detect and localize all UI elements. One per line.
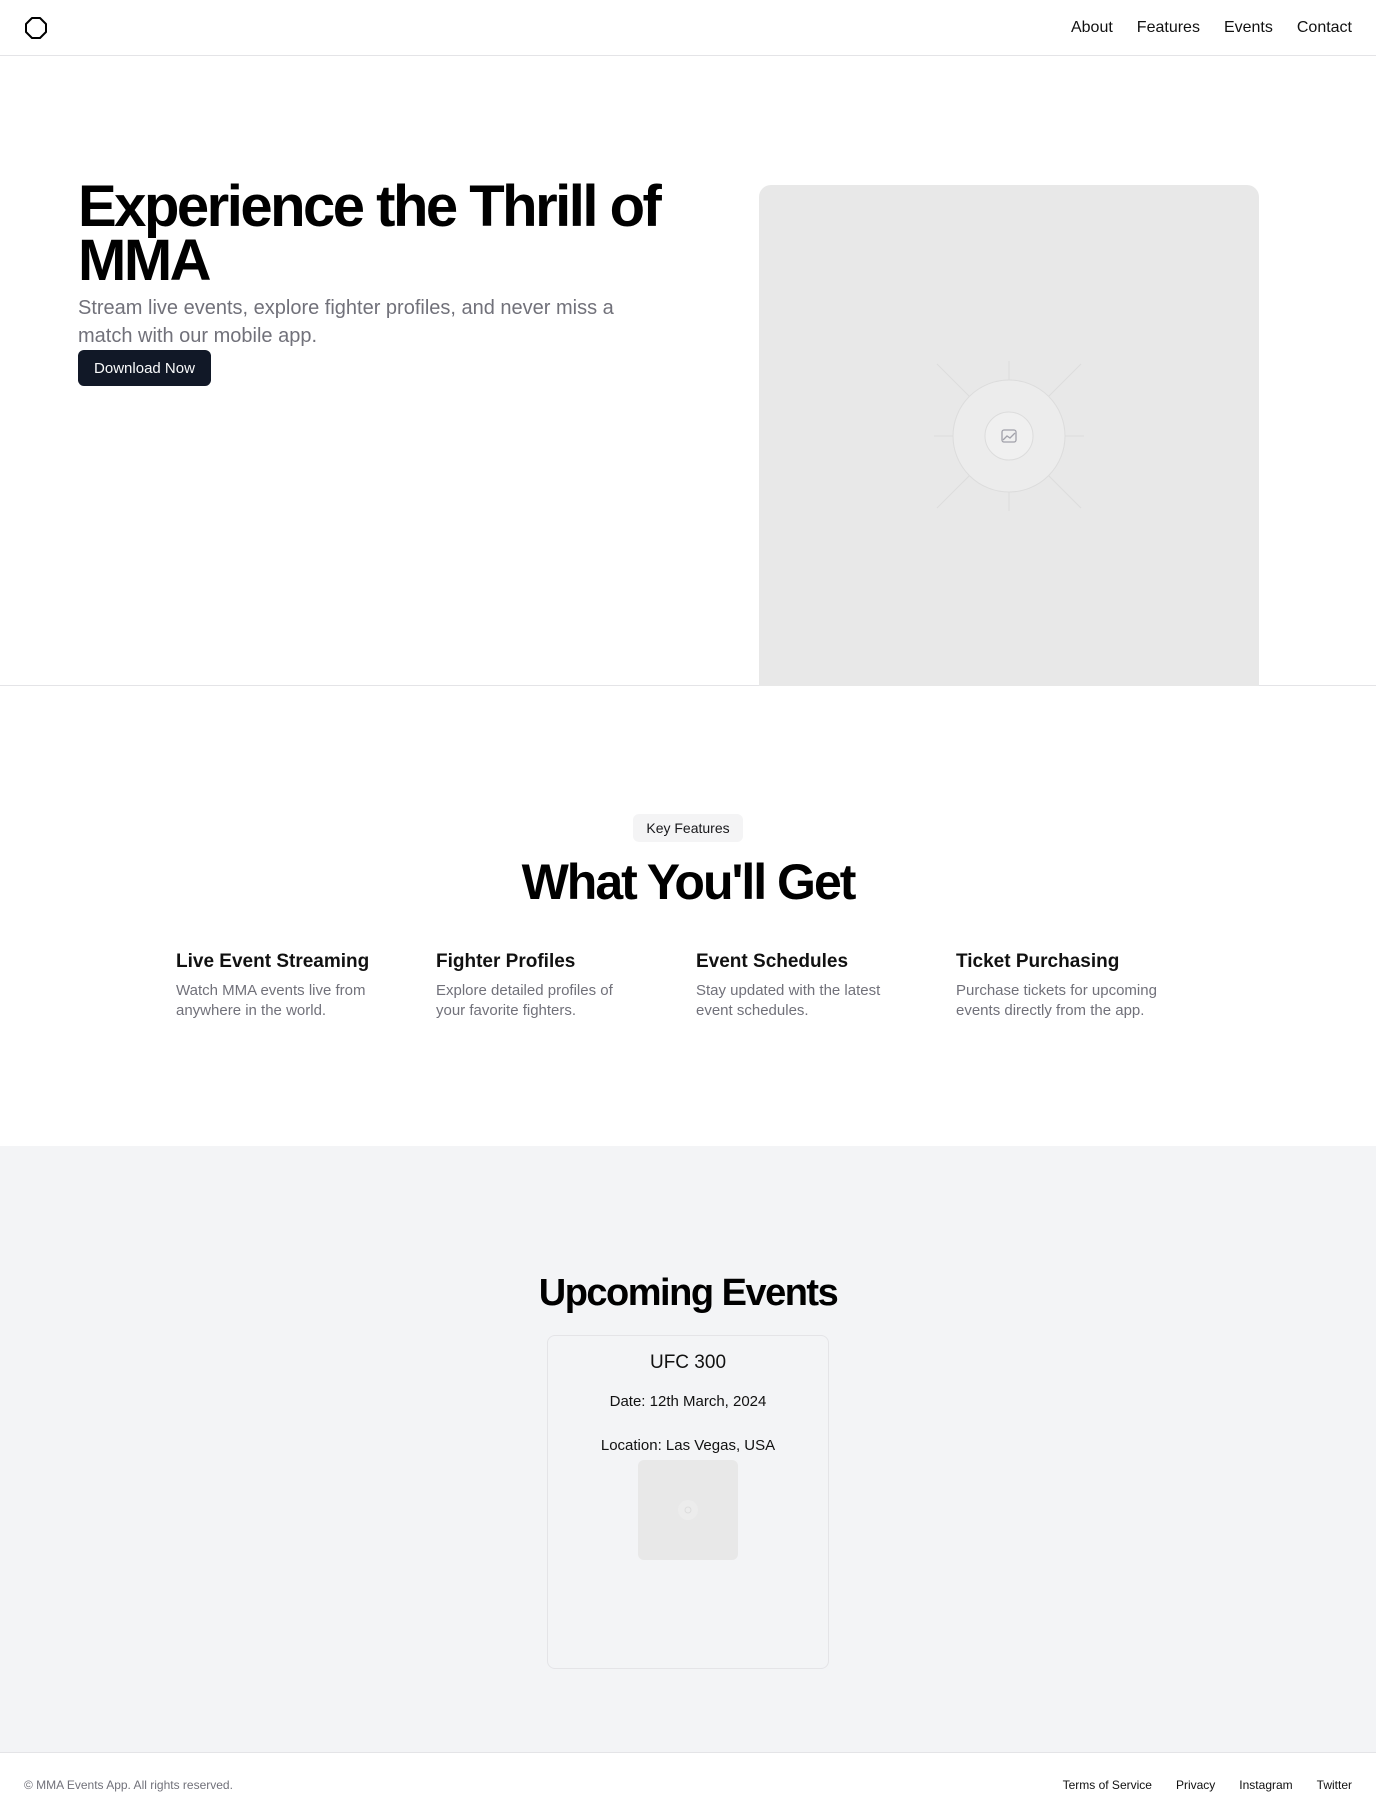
features-grid: Live Event Streaming Watch MMA events li… bbox=[176, 949, 1216, 1021]
download-now-button[interactable]: Download Now bbox=[78, 350, 211, 386]
footer-link-instagram[interactable]: Instagram bbox=[1239, 1778, 1292, 1792]
hero-image-placeholder bbox=[759, 185, 1259, 686]
features-title: What You'll Get bbox=[521, 854, 857, 910]
feature-description: Watch MMA events live from anywhere in t… bbox=[176, 982, 366, 1019]
event-location: Location: Las Vegas, USA bbox=[600, 1437, 776, 1454]
copyright-text: © MMA Events App. All rights reserved. bbox=[24, 1778, 233, 1792]
feature-description: Purchase tickets for upcoming events dir… bbox=[956, 982, 1157, 1019]
features-section: Key Features What You'll Get Live Event … bbox=[0, 687, 1376, 1146]
feature-item: Live Event Streaming Watch MMA events li… bbox=[176, 949, 436, 1021]
feature-item: Ticket Purchasing Purchase tickets for u… bbox=[956, 949, 1216, 1021]
nav-link-contact[interactable]: Contact bbox=[1297, 19, 1352, 37]
event-name: UFC 300 bbox=[649, 1352, 727, 1373]
feature-description: Stay updated with the latest event sched… bbox=[696, 982, 881, 1019]
site-footer: © MMA Events App. All rights reserved. T… bbox=[0, 1752, 1376, 1816]
footer-link-terms[interactable]: Terms of Service bbox=[1063, 1778, 1152, 1792]
feature-title: Fighter Profiles bbox=[436, 951, 576, 972]
footer-link-privacy[interactable]: Privacy bbox=[1176, 1778, 1215, 1792]
feature-description: Explore detailed profiles of your favori… bbox=[436, 982, 613, 1019]
footer-link-twitter[interactable]: Twitter bbox=[1317, 1778, 1352, 1792]
feature-title: Live Event Streaming bbox=[176, 951, 370, 972]
image-placeholder-icon bbox=[678, 1500, 698, 1520]
key-features-badge: Key Features bbox=[633, 814, 743, 842]
octagon-logo-icon[interactable] bbox=[24, 16, 48, 40]
events-section: Upcoming Events UFC 300 Date: 12th March… bbox=[0, 1146, 1376, 1752]
image-placeholder-icon bbox=[934, 361, 1084, 511]
hero-section: Experience the Thrill of MMA Stream live… bbox=[0, 56, 1376, 686]
feature-item: Event Schedules Stay updated with the la… bbox=[696, 949, 956, 1021]
main-nav: About Features Events Contact bbox=[1071, 0, 1352, 56]
events-title: Upcoming Events bbox=[538, 1272, 839, 1314]
event-date: Date: 12th March, 2024 bbox=[609, 1393, 767, 1410]
footer-nav: Terms of Service Privacy Instagram Twitt… bbox=[1063, 1753, 1352, 1816]
nav-link-about[interactable]: About bbox=[1071, 19, 1113, 37]
feature-item: Fighter Profiles Explore detailed profil… bbox=[436, 949, 696, 1021]
site-header: About Features Events Contact bbox=[0, 0, 1376, 56]
event-image-placeholder bbox=[638, 1460, 738, 1560]
feature-title: Event Schedules bbox=[696, 951, 849, 972]
event-card[interactable]: UFC 300 Date: 12th March, 2024 Location:… bbox=[547, 1335, 829, 1669]
nav-link-features[interactable]: Features bbox=[1137, 19, 1200, 37]
hero-subtitle: Stream live events, explore fighter prof… bbox=[78, 297, 614, 347]
feature-title: Ticket Purchasing bbox=[956, 951, 1120, 972]
nav-link-events[interactable]: Events bbox=[1224, 19, 1273, 37]
hero-title: Experience the Thrill of MMA bbox=[78, 174, 662, 293]
